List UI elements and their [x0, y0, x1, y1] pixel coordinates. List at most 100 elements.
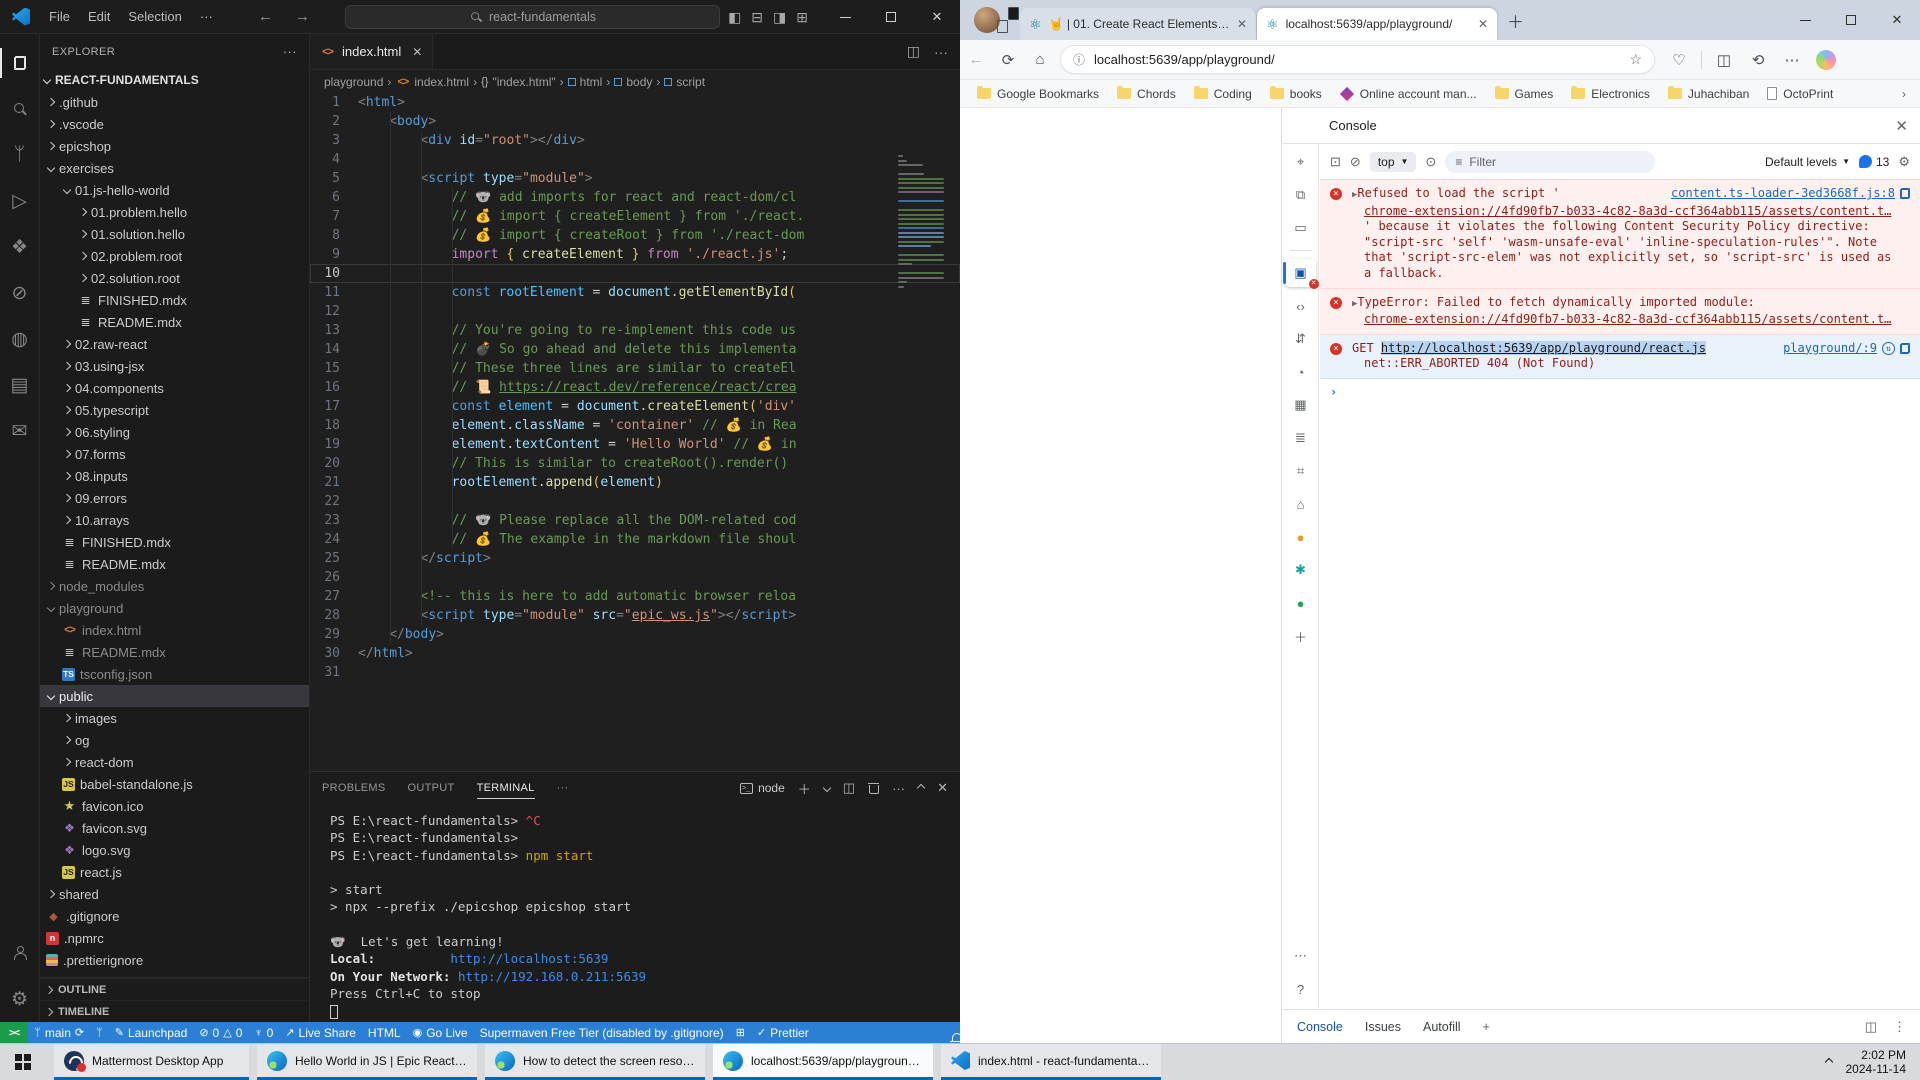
run-and-debug-icon[interactable]: ▷ — [0, 178, 40, 224]
tree-item-readme-mdx[interactable]: ≣README.mdx — [40, 641, 309, 663]
status-supermaven[interactable]: Supermaven Free Tier (disabled by .gitig… — [474, 1026, 730, 1040]
tree-item-10-arrays[interactable]: 10.arrays — [40, 509, 309, 531]
tree-item-playground[interactable]: playground — [40, 597, 309, 619]
docker-icon[interactable]: ◍ — [0, 316, 40, 362]
toggle-secondary-sidebar-icon[interactable]: ◨ — [773, 9, 786, 26]
status-git-branch[interactable]: ᛘmain⟳ — [28, 1026, 90, 1040]
back-icon[interactable]: ← — [960, 51, 992, 68]
breadcrumb[interactable]: playground›<>index.html›{}"index.html"›h… — [310, 70, 960, 93]
menu-item-edit[interactable]: Edit — [79, 5, 119, 29]
refresh-icon[interactable]: ⟳ — [992, 51, 1024, 69]
bookmark-google-bookmarks[interactable]: Google Bookmarks — [970, 84, 1106, 104]
home-icon[interactable]: ⌂ — [1024, 51, 1056, 68]
tree-item-index-html[interactable]: <>index.html — [40, 619, 309, 641]
tree-item-08-inputs[interactable]: 08.inputs — [40, 465, 309, 487]
new-tab-button[interactable]: ＋ — [1507, 8, 1524, 33]
panel-tab-terminal[interactable]: TERMINAL — [477, 782, 535, 799]
editor-more-icon[interactable]: ··· — [934, 44, 948, 60]
status-launchpad[interactable]: ✎Launchpad — [109, 1026, 194, 1040]
drawer-tab-console[interactable]: Console — [1297, 1020, 1343, 1034]
tree-item-01-solution-hello[interactable]: 01.solution.hello — [40, 223, 309, 245]
taskbar-app-5[interactable]: index.html - react-fundamentals -... — [941, 1044, 1161, 1080]
open-in-icon[interactable] — [1900, 343, 1910, 354]
tree-item-favicon-ico[interactable]: ★favicon.ico — [40, 795, 309, 817]
tree-item-readme-mdx[interactable]: ≣README.mdx — [40, 311, 309, 333]
close-panel-icon[interactable]: ✕ — [937, 780, 948, 796]
explorer-root-folder[interactable]: REACT-FUNDAMENTALS — [40, 69, 309, 91]
status-branch-action[interactable]: ᛘ — [90, 1027, 109, 1039]
tree-item-02-raw-react[interactable]: 02.raw-react — [40, 333, 309, 355]
nav-forward-icon[interactable]: → — [295, 8, 310, 25]
panel-more-icon[interactable]: ··· — [557, 782, 569, 794]
live-share-icon[interactable]: ⊘ — [0, 270, 40, 316]
network-icon[interactable]: ⇵ — [1286, 325, 1316, 353]
terminal-output[interactable]: PS E:\react-fundamentals> ^CPS E:\react-… — [310, 804, 960, 1020]
open-in-icon[interactable] — [1900, 188, 1910, 199]
tree-item-og[interactable]: og — [40, 729, 309, 751]
more-panels-icon[interactable]: ⋯ — [1286, 942, 1316, 970]
new-terminal-icon[interactable]: ＋ — [798, 779, 811, 798]
device-emulation-icon[interactable]: ⧉ — [1286, 181, 1316, 209]
home-icon[interactable]: ⌂ — [1286, 490, 1316, 518]
tab-close-icon[interactable]: ✕ — [1237, 17, 1247, 31]
toggle-panel-icon[interactable]: ⊟ — [751, 9, 763, 26]
taskbar-app-3[interactable]: How to detect the screen resoluti... — [485, 1044, 705, 1080]
remote-indicator[interactable]: >< — [0, 1022, 28, 1043]
tree-item-02-solution-root[interactable]: 02.solution.root — [40, 267, 309, 289]
cookie-icon[interactable]: ● — [1286, 523, 1316, 551]
tree-item-07-forms[interactable]: 07.forms — [40, 443, 309, 465]
issues-counter[interactable]: 13 — [1859, 155, 1889, 169]
bookmark-juhachiban[interactable]: Juhachiban — [1661, 84, 1756, 104]
accounts-icon[interactable] — [0, 930, 40, 976]
drawer-tab-autofill[interactable]: Autofill — [1423, 1020, 1461, 1034]
toggle-primary-sidebar-icon[interactable]: ◧ — [728, 9, 741, 26]
tree-item-01-problem-hello[interactable]: 01.problem.hello — [40, 201, 309, 223]
taskbar-app-4[interactable]: localhost:5639/app/playground/ a... — [713, 1044, 933, 1080]
tab-close-icon[interactable]: ✕ — [1478, 17, 1488, 31]
split-screen-icon[interactable]: ◫ — [1708, 51, 1740, 69]
address-bar[interactable]: ⓘ localhost:5639/app/playground/ ☆ — [1060, 45, 1655, 74]
browser-minimize-button[interactable] — [1782, 0, 1828, 40]
minimize-button[interactable] — [822, 0, 868, 34]
tree-item-readme-mdx[interactable]: ≣README.mdx — [40, 553, 309, 575]
taskbar-clock[interactable]: 2:02 PM 2024-11-14 — [1846, 1048, 1907, 1076]
terminal-more-icon[interactable]: ··· — [892, 781, 905, 796]
settings-icon[interactable]: ⚙ — [0, 976, 40, 1022]
editor-tab-index-html[interactable]: <> index.html ✕ — [310, 34, 433, 69]
status-grid[interactable]: ⊞ — [730, 1026, 751, 1039]
more-tools-icon[interactable]: ▭ — [1286, 214, 1316, 242]
explorer-more-icon[interactable]: ··· — [283, 44, 297, 59]
context-selector[interactable]: top▼ — [1370, 152, 1417, 172]
status-live-share[interactable]: ↗Live Share — [279, 1026, 362, 1040]
drawer-dock-icon[interactable]: ◫ — [1865, 1019, 1877, 1035]
performance-icon[interactable]: ◔ — [1286, 358, 1316, 386]
command-center-search[interactable]: react-fundamentals — [345, 5, 720, 29]
close-button[interactable]: ✕ — [914, 0, 960, 34]
browser-tab-2[interactable]: ⚛localhost:5639/app/playground/✕ — [1257, 8, 1497, 40]
menu-item-[interactable]: ··· — [191, 5, 222, 29]
bookmark-books[interactable]: books — [1263, 84, 1329, 104]
console-prompt[interactable]: › — [1320, 379, 1920, 405]
sources-icon[interactable]: ‹› — [1286, 292, 1316, 320]
search-icon[interactable] — [0, 86, 40, 132]
browser-tab-1[interactable]: ⚛🤘 | 01. Create React Elements | 0✕ — [1020, 8, 1257, 40]
extension-green-icon[interactable]: ● — [1286, 589, 1316, 617]
history-icon[interactable]: ⟲ — [1742, 51, 1774, 69]
tree-item-react-js[interactable]: JSreact.js — [40, 861, 309, 883]
favorites-star-icon[interactable]: ☆ — [1629, 51, 1642, 68]
tree-item--prettierignore[interactable]: .prettierignore — [40, 949, 309, 971]
settings-more-icon[interactable]: ⋯ — [1776, 51, 1808, 69]
tree-item-public[interactable]: public — [40, 685, 309, 707]
console-message-1[interactable]: ✕▶Refused to load the script 'content.ts… — [1320, 180, 1920, 289]
tab-close-icon[interactable]: ✕ — [412, 45, 422, 59]
split-terminal-icon[interactable]: ◫ — [843, 780, 855, 796]
bookmark-chords[interactable]: Chords — [1110, 84, 1183, 104]
tree-item-babel-standalone-js[interactable]: JSbabel-standalone.js — [40, 773, 309, 795]
status-ports[interactable]: ♆0 — [248, 1026, 279, 1040]
devtools-close-icon[interactable]: ✕ — [1895, 117, 1908, 135]
tree-item-exercises[interactable]: exercises — [40, 157, 309, 179]
status-go-live[interactable]: ◉Go Live — [407, 1026, 474, 1040]
memory-icon[interactable]: ▦ — [1286, 391, 1316, 419]
tree-item-shared[interactable]: shared — [40, 883, 309, 905]
start-button[interactable] — [0, 1044, 46, 1080]
